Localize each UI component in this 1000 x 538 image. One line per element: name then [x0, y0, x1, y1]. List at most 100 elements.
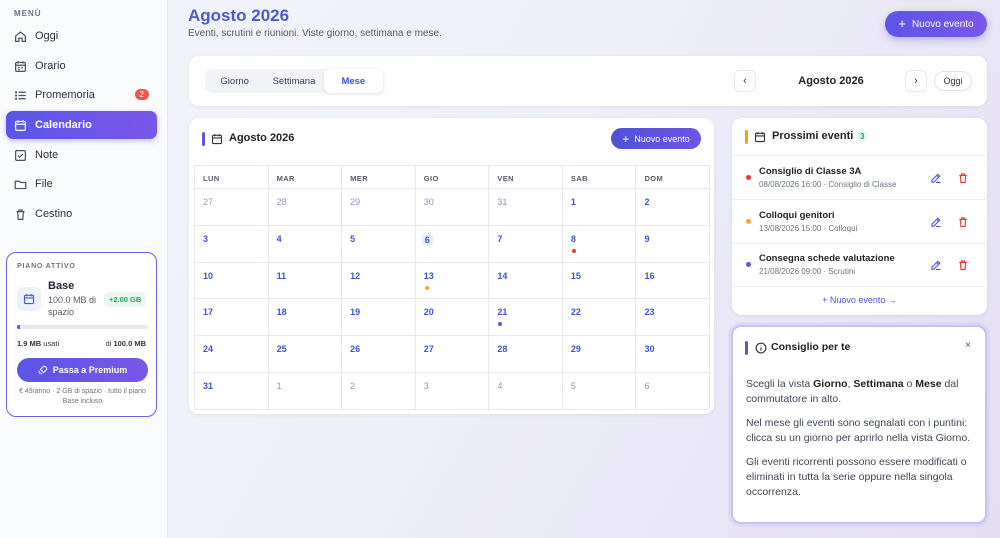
sidebar-item-file[interactable]: File [6, 170, 157, 198]
day-number: 3 [423, 380, 429, 391]
sidebar-item-promemoria[interactable]: Promemoria 2 [6, 81, 157, 109]
day-cell[interactable]: 29 [342, 189, 416, 226]
calendar-new-event-button[interactable]: + Nuovo evento [611, 128, 701, 149]
day-cell[interactable]: 9 [636, 225, 711, 263]
day-cell[interactable]: 27 [415, 336, 490, 373]
day-cell[interactable]: 2 [636, 189, 711, 226]
day-cell[interactable]: 6 [415, 225, 490, 263]
day-cell[interactable]: 27 [195, 189, 269, 226]
week-row: 17 18 19 20 21 22 23 [195, 299, 711, 337]
trash-icon[interactable] [957, 215, 969, 227]
day-cell[interactable]: 17 [195, 299, 269, 337]
day-cell[interactable]: 25 [268, 336, 343, 373]
sidebar-item-calendario[interactable]: Calendario [6, 111, 157, 139]
plan-footnote: € 49/anno · 2 GB di spazio · tutto il pi… [19, 388, 146, 405]
event-meta: 08/08/2026 16:00 · Consiglio di Classe [759, 180, 897, 189]
view-switch-card: Giorno Settimana Mese ‹ Agosto 2026 › Og… [189, 56, 987, 106]
day-number: 2 [350, 380, 356, 391]
day-cell[interactable]: 8 [562, 225, 637, 263]
day-cell[interactable]: 4 [489, 372, 563, 410]
sidebar-item-note[interactable]: Note [6, 141, 157, 169]
day-cell[interactable]: 10 [195, 262, 269, 300]
sidebar-item-cestino[interactable]: Cestino [6, 200, 157, 228]
day-cell[interactable]: 12 [342, 262, 416, 300]
edit-icon[interactable] [930, 215, 942, 227]
trash-icon[interactable] [957, 258, 969, 271]
upcoming-event-item[interactable]: Consiglio di Classe 3A 08/08/2026 16:00 ·… [732, 156, 987, 199]
calendar-new-event-label: Nuovo evento [634, 133, 690, 144]
sidebar-item-oggi[interactable]: Oggi [6, 22, 157, 50]
day-number: 11 [276, 270, 287, 281]
upcoming-event-item[interactable]: Colloqui genitori 13/08/2026 15:00 · Coll… [732, 200, 987, 243]
day-cell[interactable]: 21 [489, 299, 563, 337]
calendar-title: Agosto 2026 [229, 132, 295, 144]
next-month-button[interactable]: › [905, 70, 927, 92]
day-number: 31 [203, 380, 214, 391]
tip-keyword: Mese [915, 378, 942, 390]
day-cell[interactable]: 28 [489, 336, 563, 373]
day-cell[interactable]: 5 [562, 372, 637, 410]
day-cell[interactable]: 1 [268, 372, 343, 410]
tab-mese[interactable]: Mese [323, 69, 383, 93]
tip-keyword: Giorno [813, 378, 848, 390]
day-cell[interactable]: 14 [489, 262, 563, 300]
divider [732, 286, 987, 287]
day-number: 3 [203, 233, 209, 244]
day-cell[interactable]: 30 [636, 336, 711, 373]
day-cell[interactable]: 22 [562, 299, 637, 337]
info-icon [755, 341, 767, 359]
new-event-button[interactable]: + Nuovo evento [885, 11, 987, 37]
month-grid: LUN MAR MER GIO VEN SAB DOM 27 28 29 30 31 1 2 3 4 5 6 7 8 9… [194, 165, 711, 410]
event-meta: 13/08/2026 15:00 · Colloqui [759, 223, 858, 233]
day-number: 2 [644, 197, 650, 207]
day-number: 25 [276, 344, 287, 355]
trash-icon[interactable] [957, 171, 969, 184]
tip-text: Scegli la vista [746, 378, 814, 390]
sidebar-item-label: Cestino [35, 208, 73, 220]
day-number: 29 [350, 197, 361, 207]
day-cell[interactable]: 2 [342, 372, 416, 410]
day-cell[interactable]: 6 [636, 372, 711, 410]
day-cell[interactable]: 18 [268, 299, 343, 337]
day-cell[interactable]: 19 [342, 299, 416, 337]
day-cell[interactable]: 30 [415, 189, 490, 226]
day-cell[interactable]: 1 [562, 189, 637, 226]
day-cell[interactable]: 3 [195, 225, 269, 263]
day-cell[interactable]: 13 [415, 262, 490, 300]
day-cell[interactable]: 15 [562, 262, 637, 300]
edit-icon[interactable] [930, 258, 942, 271]
day-cell[interactable]: 7 [489, 225, 563, 263]
day-cell[interactable]: 23 [636, 299, 711, 337]
tab-settimana[interactable]: Settimana [264, 69, 323, 93]
day-cell[interactable]: 31 [489, 189, 563, 226]
day-cell[interactable]: 11 [268, 262, 343, 300]
close-icon[interactable]: × [965, 340, 971, 351]
day-cell[interactable]: 16 [636, 262, 711, 300]
day-cell[interactable]: 4 [268, 225, 343, 263]
day-number: 1 [570, 197, 576, 207]
tip-paragraph: Scegli la vista Giorno, Settimana o Mese… [746, 377, 978, 407]
event-dot [746, 262, 751, 267]
prev-month-button[interactable]: ‹ [734, 70, 756, 92]
upcoming-event-item[interactable]: Consegna schede valutazione 21/08/2026 09… [732, 243, 987, 286]
calendar-card: Agosto 2026 + Nuovo evento LUN MAR MER GIO V… [189, 118, 714, 414]
today-button[interactable]: Oggi [934, 71, 972, 91]
tab-giorno[interactable]: Giorno [205, 69, 264, 93]
day-cell[interactable]: 26 [342, 336, 416, 373]
upgrade-premium-button[interactable]: Passa a Premium [17, 358, 148, 382]
day-cell[interactable]: 5 [342, 225, 416, 263]
day-cell[interactable]: 31 [195, 372, 269, 410]
plus-icon: + [898, 16, 906, 31]
day-cell[interactable]: 3 [415, 372, 490, 410]
day-cell[interactable]: 20 [415, 299, 490, 337]
add-event-link[interactable]: + Nuovo evento → [732, 295, 987, 305]
day-cell[interactable]: 24 [195, 336, 269, 373]
day-cell[interactable]: 28 [268, 189, 343, 226]
sidebar-item-label: Note [35, 149, 59, 161]
sidebar-item-orario[interactable]: Orario [6, 52, 157, 80]
day-cell[interactable]: 29 [562, 336, 637, 373]
sidebar: MENÙ Oggi Orario Promemoria 2 Calendario… [0, 0, 168, 538]
edit-icon[interactable] [930, 171, 942, 184]
week-row: 24 25 26 27 28 29 30 [195, 336, 711, 373]
home-icon [14, 30, 27, 43]
